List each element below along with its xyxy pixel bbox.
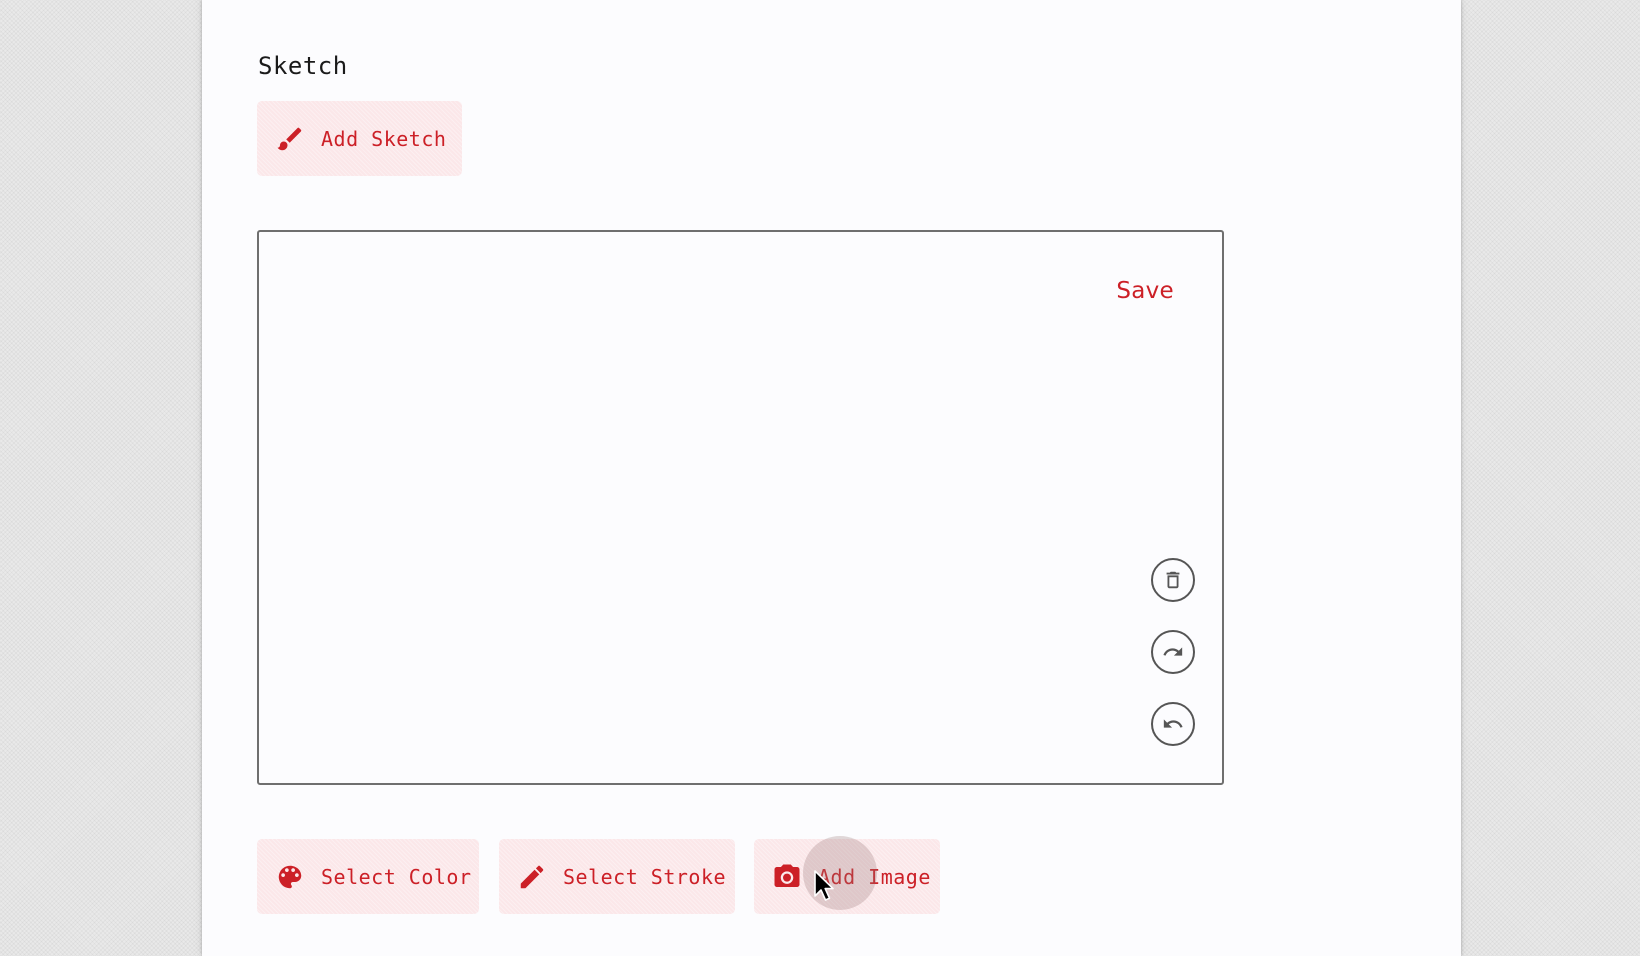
- brush-icon: [275, 124, 305, 154]
- undo-icon: [1163, 719, 1183, 728]
- redo-button[interactable]: [1151, 630, 1195, 674]
- palette-icon: [275, 862, 305, 892]
- select-color-button[interactable]: Select Color: [257, 839, 479, 914]
- pencil-icon: [517, 862, 547, 892]
- delete-button[interactable]: [1151, 558, 1195, 602]
- select-color-label: Select Color: [321, 864, 472, 889]
- select-stroke-label: Select Stroke: [563, 864, 727, 889]
- camera-icon: [772, 862, 802, 892]
- section-title: Sketch: [258, 52, 348, 80]
- sketch-page: Sketch Add Sketch Save Select Color Sele…: [202, 0, 1461, 956]
- add-sketch-label: Add Sketch: [321, 126, 447, 151]
- undo-button[interactable]: [1151, 702, 1195, 746]
- save-button[interactable]: Save: [1116, 278, 1174, 304]
- redo-icon: [1163, 647, 1183, 656]
- add-image-label: Add Image: [818, 864, 931, 889]
- trash-icon: [1166, 571, 1180, 589]
- add-image-button[interactable]: Add Image: [754, 839, 940, 914]
- select-stroke-button[interactable]: Select Stroke: [499, 839, 735, 914]
- add-sketch-button[interactable]: Add Sketch: [257, 101, 462, 176]
- sketch-canvas[interactable]: Save: [257, 230, 1224, 785]
